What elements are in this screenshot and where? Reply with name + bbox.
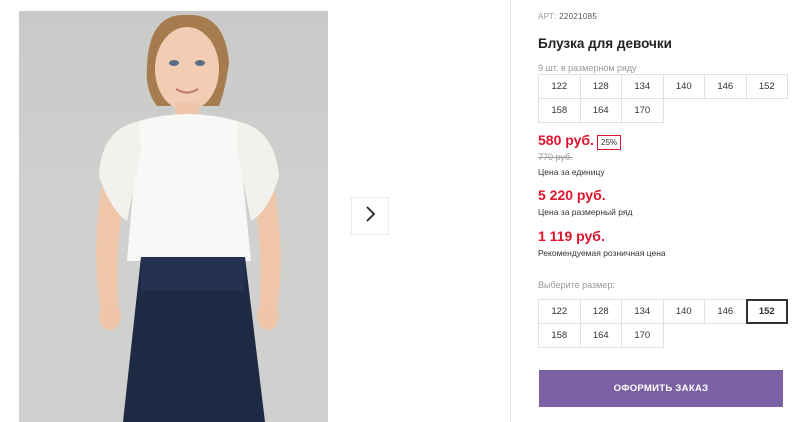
retail-price-note: Рекомендуемая розничная цена	[538, 248, 666, 258]
size-option[interactable]: 164	[579, 323, 622, 348]
row-size-cell: 128	[579, 74, 622, 99]
size-selector: 122 128 134 140 146 152 158 164 170	[538, 299, 788, 348]
size-option[interactable]: 128	[579, 299, 622, 324]
chevron-right-icon	[364, 205, 376, 227]
discount-badge: 25%	[597, 135, 622, 150]
order-button[interactable]: ОФОРМИТЬ ЗАКАЗ	[539, 370, 783, 407]
row-count: 9 шт. в размерном ряду	[538, 63, 637, 73]
product-title: Блузка для девочки	[538, 36, 672, 51]
row-size-cell: 140	[662, 74, 705, 99]
product-gallery	[0, 0, 511, 422]
article-number: АРТ: 22021085	[538, 12, 598, 21]
row-size-cell: 170	[621, 98, 664, 123]
size-option[interactable]: 146	[704, 299, 747, 324]
product-photo	[19, 11, 328, 422]
row-price: 5 220 руб.	[538, 187, 606, 203]
row-size-cell: 158	[538, 98, 581, 123]
size-option[interactable]: 122	[538, 299, 581, 324]
row-size-cell: 122	[538, 74, 581, 99]
row-size-cell: 164	[579, 98, 622, 123]
size-option[interactable]: 134	[621, 299, 664, 324]
unit-price: 580 руб.	[538, 132, 594, 148]
choose-size-label: Выберите размер:	[538, 280, 615, 290]
row-size-cell: 134	[621, 74, 664, 99]
size-option-selected[interactable]: 152	[745, 299, 788, 324]
old-price: 770 руб.	[538, 152, 573, 162]
row-size-cell: 146	[704, 74, 747, 99]
size-row-grid: 122 128 134 140 146 152 158 164 170	[538, 74, 788, 123]
next-image-button[interactable]	[351, 197, 389, 235]
row-size-cell: 152	[745, 74, 788, 99]
size-option[interactable]: 170	[621, 323, 664, 348]
size-option[interactable]: 158	[538, 323, 581, 348]
unit-price-note: Цена за единицу	[538, 167, 605, 177]
size-option[interactable]: 140	[662, 299, 705, 324]
row-price-note: Цена за размерный ряд	[538, 207, 633, 217]
retail-price: 1 119 руб.	[538, 228, 605, 244]
